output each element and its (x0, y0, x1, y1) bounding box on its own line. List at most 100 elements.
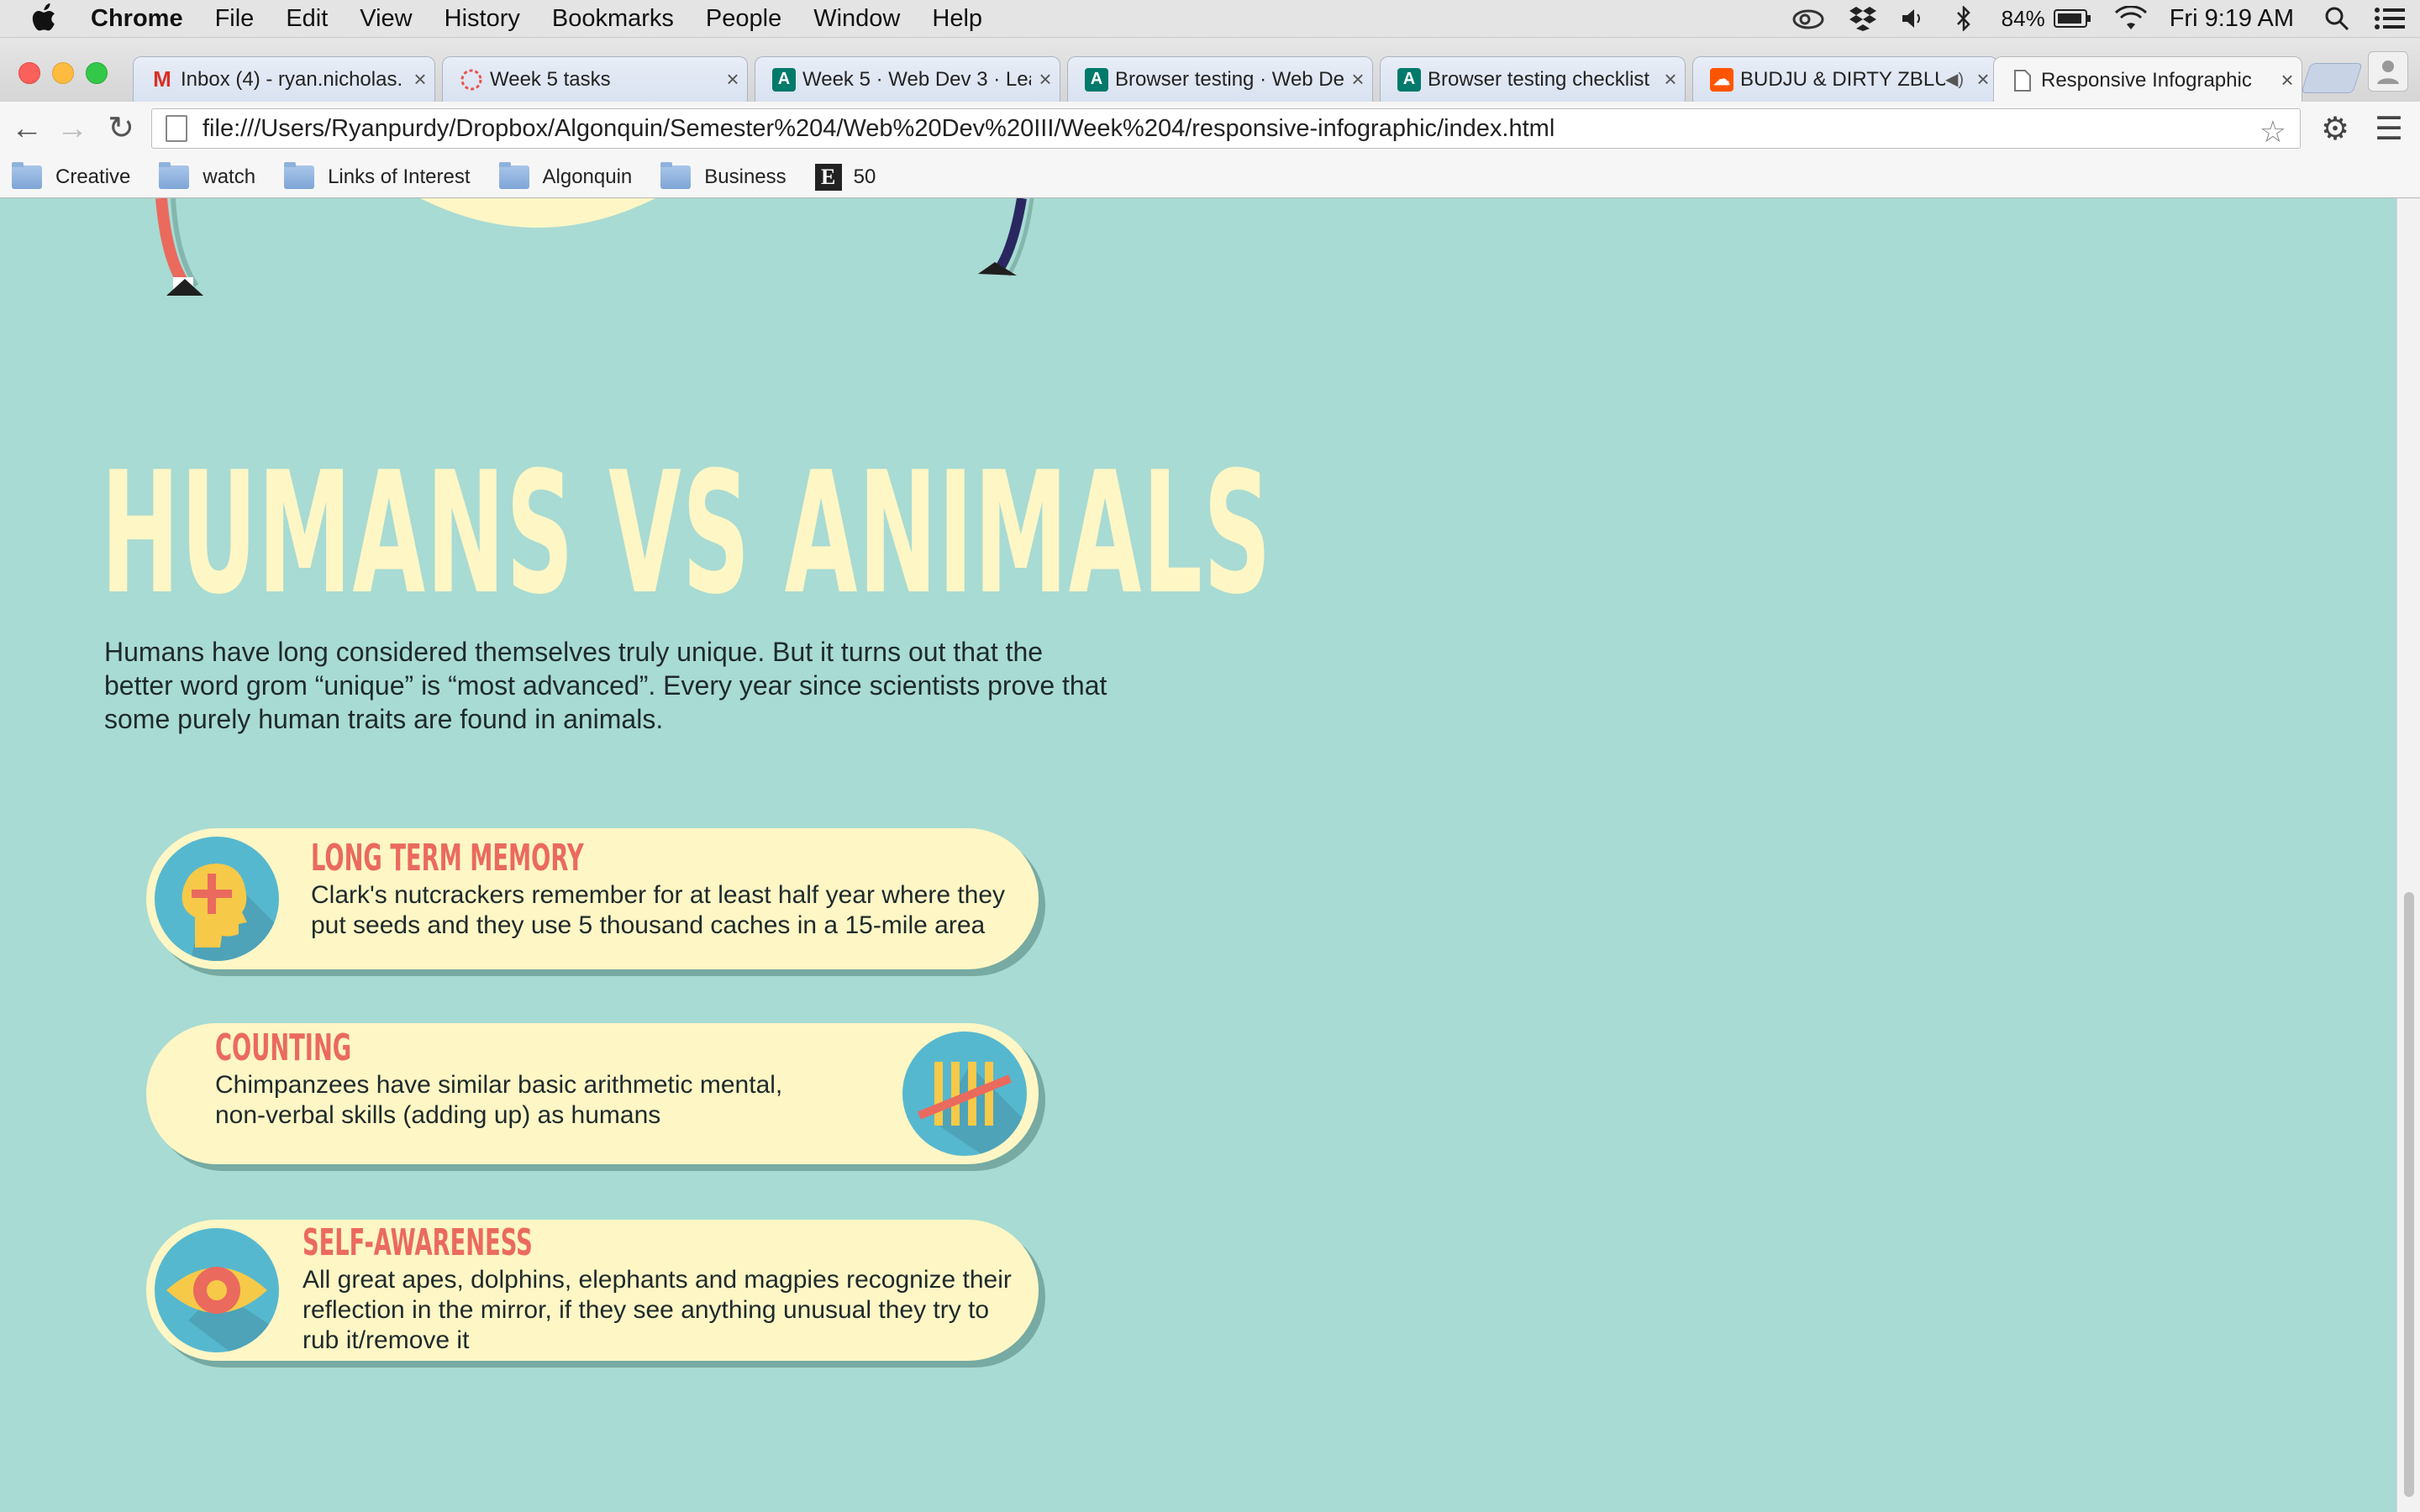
back-arrow-icon[interactable]: ← (8, 110, 45, 147)
close-tab-icon[interactable]: × (1031, 66, 1060, 92)
tab-browser-testing[interactable]: A Browser testing · Web De × (1067, 56, 1373, 102)
minimize-window-button[interactable] (52, 62, 74, 84)
browser-toolbar: ← → ↻ file:///Users/Ryanpurdy/Dropbox/Al… (0, 102, 2420, 157)
card-long-term-memory: LONG TERM MEMORY Clark's nutcrackers rem… (146, 828, 1039, 969)
algonquin-icon: A (1397, 67, 1421, 92)
tab-title: BUDJU & DIRTY ZBLU (1740, 67, 1945, 91)
bookmark-label: Creative (55, 165, 131, 188)
bookmark-folder-algonquin[interactable]: Algonquin (498, 162, 633, 189)
card-text: Clark's nutcrackers remember for at leas… (311, 881, 1006, 939)
address-bar[interactable]: file:///Users/Ryanpurdy/Dropbox/Algonqui… (151, 108, 2301, 149)
tab-title: Responsive Infographic (2041, 68, 2252, 92)
bookmark-star-icon[interactable]: ☆ (2260, 114, 2286, 150)
new-tab-button[interactable] (2301, 63, 2363, 93)
tab-web-dev-3[interactable]: A Week 5 · Web Dev 3 · Lea × (755, 56, 1060, 102)
notification-center-icon[interactable] (2375, 7, 2405, 30)
menu-bar: Chrome File Edit View History Bookmarks … (0, 0, 2420, 38)
menu-history[interactable]: History (445, 5, 520, 33)
tab-title: Browser testing checklist (1428, 67, 1650, 91)
tally-marks-icon (902, 1032, 1027, 1156)
menu-bookmarks[interactable]: Bookmarks (552, 5, 674, 33)
address-url[interactable]: file:///Users/Ryanpurdy/Dropbox/Algonqui… (203, 115, 1555, 143)
close-tab-icon[interactable]: × (1344, 66, 1372, 92)
menu-window[interactable]: Window (813, 5, 900, 33)
battery-percent: 84% (2001, 5, 2045, 31)
tab-title: Week 5 · Web Dev 3 · Lea (802, 67, 1031, 91)
card-text: All great apes, dolphins, elephants and … (302, 1266, 1012, 1354)
tab-week5-tasks[interactable]: Week 5 tasks × (442, 56, 748, 102)
chrome-menu-icon[interactable]: ☰ (2370, 110, 2408, 149)
bookmark-label: 50 (853, 165, 876, 188)
intro-paragraph: Humans have long considered themselves t… (104, 637, 1107, 734)
bookmark-label: Algonquin (542, 165, 633, 188)
folder-icon (498, 162, 529, 189)
menu-app-name[interactable]: Chrome (91, 5, 183, 33)
menu-people[interactable]: People (706, 5, 781, 33)
page-icon (2011, 69, 2034, 92)
forward-arrow-icon[interactable]: → (54, 110, 91, 147)
card-title: LONG TERM MEMORY (311, 837, 584, 879)
tab-title: Week 5 tasks (490, 67, 611, 91)
bookmark-folder-watch[interactable]: watch (159, 162, 256, 189)
scrollbar-thumb[interactable] (2404, 892, 2414, 1497)
bookmark-folder-links-of-interest[interactable]: Links of Interest (284, 162, 471, 189)
close-tab-icon[interactable]: × (406, 66, 434, 92)
menu-view[interactable]: View (360, 5, 412, 33)
algonquin-icon: A (772, 67, 796, 92)
audio-playing-icon[interactable]: ◀) (1945, 69, 1964, 90)
close-tab-icon[interactable]: × (718, 66, 747, 92)
asana-icon (460, 68, 483, 92)
bookmark-folder-business[interactable]: Business (660, 162, 786, 189)
menu-clock[interactable]: Fri 9:19 AM (2170, 5, 2294, 33)
gmail-icon: M (153, 66, 171, 92)
folder-icon (159, 162, 190, 189)
battery-icon[interactable] (2053, 8, 2092, 29)
tab-title: Inbox (4) - ryan.nicholas. (181, 67, 403, 91)
esquire-icon: E (814, 164, 842, 191)
page-scrollbar[interactable] (2396, 198, 2420, 1512)
page-headline: HUMANS VS ANIMALS (101, 436, 1272, 632)
algonquin-icon: A (1085, 67, 1108, 92)
wifi-icon[interactable] (2114, 6, 2148, 31)
apple-icon[interactable] (32, 3, 60, 34)
tab-strip: M Inbox (4) - ryan.nicholas. × Week 5 ta… (0, 38, 2420, 103)
folder-icon (660, 162, 692, 189)
dropbox-icon[interactable] (1849, 6, 1877, 31)
page-info-icon[interactable] (166, 115, 187, 142)
tab-responsive-infographic[interactable]: Responsive Infographic × (1993, 56, 2302, 103)
menu-help[interactable]: Help (932, 5, 982, 33)
card-title: SELF-AWARENESS (302, 1221, 533, 1264)
card-text: Chimpanzees have similar basic arithmeti… (215, 1071, 783, 1129)
tab-gmail[interactable]: M Inbox (4) - ryan.nicholas. × (133, 56, 435, 102)
bookmark-label: Business (704, 165, 786, 188)
bookmark-label: Links of Interest (328, 165, 471, 188)
menu-file[interactable]: File (215, 5, 255, 33)
close-window-button[interactable] (18, 62, 40, 84)
status-menus: 84% Fri 9:19 AM (1768, 0, 2420, 37)
close-tab-icon[interactable]: × (2273, 67, 2302, 93)
tab-browser-testing-checklist[interactable]: A Browser testing checklist × (1380, 56, 1686, 102)
settings-gear-icon[interactable]: ⚙ (2316, 110, 2354, 149)
folder-icon (284, 162, 315, 189)
bookmark-label: watch (203, 165, 256, 188)
folder-icon (12, 162, 42, 189)
menu-edit[interactable]: Edit (286, 5, 328, 33)
reload-icon[interactable]: ↻ (103, 110, 139, 147)
head-plus-icon (155, 837, 279, 961)
volume-icon[interactable] (1901, 8, 1926, 29)
profile-avatar-icon[interactable] (2368, 51, 2408, 92)
bookmark-50[interactable]: E 50 (814, 164, 876, 191)
soundcloud-icon: ☁ (1710, 67, 1733, 92)
card-counting: COUNTING Chimpanzees have similar basic … (146, 1023, 1039, 1164)
card-self-awareness: SELF-AWARENESS All great apes, dolphins,… (146, 1220, 1039, 1361)
close-tab-icon[interactable]: × (1656, 66, 1685, 92)
zoom-window-button[interactable] (86, 62, 108, 84)
spotlight-search-icon[interactable] (2324, 6, 2349, 31)
tab-title: Browser testing · Web De (1115, 67, 1344, 91)
eye-icon (155, 1228, 279, 1352)
bluetooth-icon[interactable] (1956, 6, 1971, 31)
tab-soundcloud[interactable]: ☁ BUDJU & DIRTY ZBLU ◀) × (1692, 56, 1998, 102)
bookmarks-bar: Creative watch Links of Interest Algonqu… (0, 157, 2420, 198)
creative-cloud-icon[interactable] (1791, 8, 1825, 29)
bookmark-folder-creative[interactable]: Creative (12, 162, 131, 189)
